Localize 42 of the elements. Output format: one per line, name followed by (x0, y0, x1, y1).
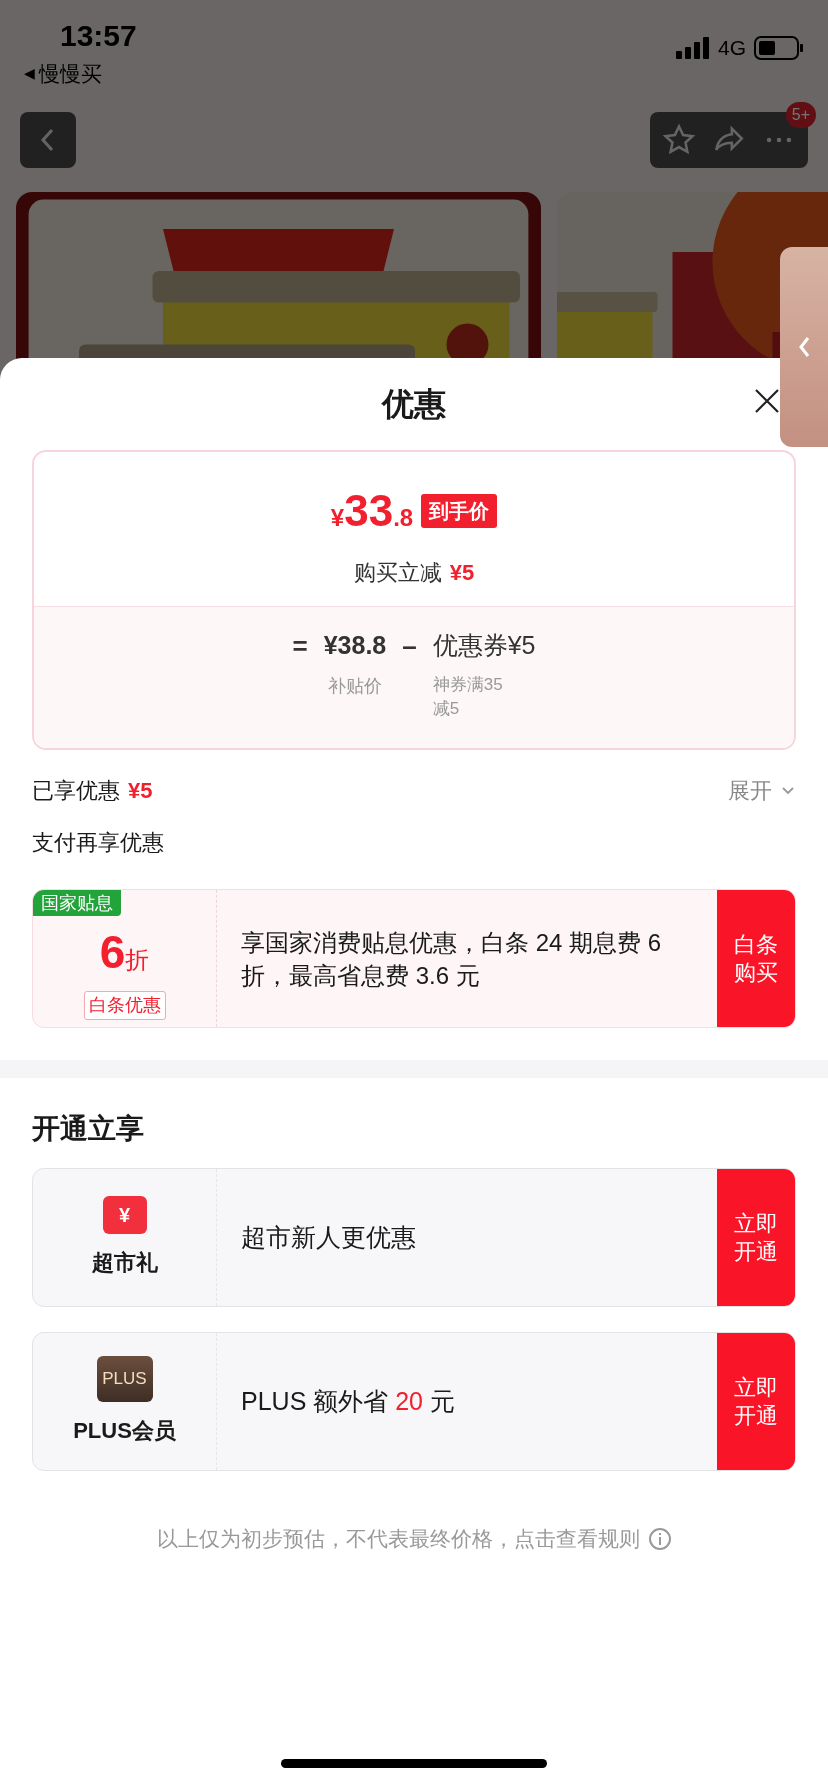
enjoyed-label: 已享优惠 (32, 776, 120, 805)
final-price: ¥33.8 (330, 484, 414, 537)
equals-sign: = (292, 630, 308, 663)
offer-text: 超市新人更优惠 (241, 1221, 416, 1253)
baitiao-buy-button[interactable]: 白条购买 (717, 890, 795, 1027)
offer-label: PLUS会员 (73, 1417, 176, 1445)
signal-icon (676, 37, 710, 59)
info-icon[interactable] (647, 1526, 672, 1551)
notification-badge: 5+ (785, 102, 816, 128)
coupon-condition: 神券满35减5 (432, 673, 504, 720)
close-icon[interactable] (754, 388, 780, 414)
coupon-icon: ¥ (102, 1196, 147, 1234)
star-icon[interactable] (662, 123, 696, 157)
battery-icon (754, 36, 804, 60)
rules-note[interactable]: 以上仅为初步预估，不代表最终价格，点击查看规则 (156, 1523, 640, 1555)
plus-icon: PLUS (96, 1356, 153, 1402)
offer-label: 超市礼 (91, 1249, 158, 1277)
open-button[interactable]: 立即开通 (717, 1333, 795, 1470)
expand-toggle[interactable]: 展开 (728, 773, 772, 807)
chevron-left-icon (797, 335, 811, 359)
coupon-amount: 优惠券¥5 (432, 630, 536, 661)
final-price-tag: 到手价 (421, 493, 498, 528)
section-title: 支付再享优惠 (32, 829, 165, 857)
back-arrow-icon[interactable]: ◀ (24, 63, 35, 85)
enjoyed-amount: ¥5 (128, 776, 153, 805)
status-time: 13:57 (60, 18, 137, 54)
subsidy-price: ¥38.8 (323, 630, 387, 661)
offer-sub-tag: 白条优惠 (83, 990, 166, 1020)
sheet-title: 优惠 (382, 385, 446, 424)
open-button[interactable]: 立即开通 (717, 1169, 795, 1306)
instant-discount-amount: ¥5 (449, 558, 475, 587)
discount-rate: 6折 (99, 924, 150, 980)
network-label: 4G (718, 35, 746, 62)
instant-discount-label: 购买立减 (353, 558, 442, 587)
back-app-link[interactable]: 慢慢买 (39, 58, 102, 90)
subsidy-price-label: 补贴价 (327, 674, 382, 698)
offer-tag: 国家贴息 (33, 890, 121, 916)
section-title: 开通立享 (32, 1112, 145, 1146)
back-button[interactable] (20, 112, 76, 168)
offer-text: 享国家消费贴息优惠，白条 24 期息费 6 折，最高省息费 3.6 元 (241, 927, 663, 991)
minus-sign: – (402, 630, 417, 663)
offer-text: PLUS 额外省 20 元 (241, 1385, 455, 1417)
